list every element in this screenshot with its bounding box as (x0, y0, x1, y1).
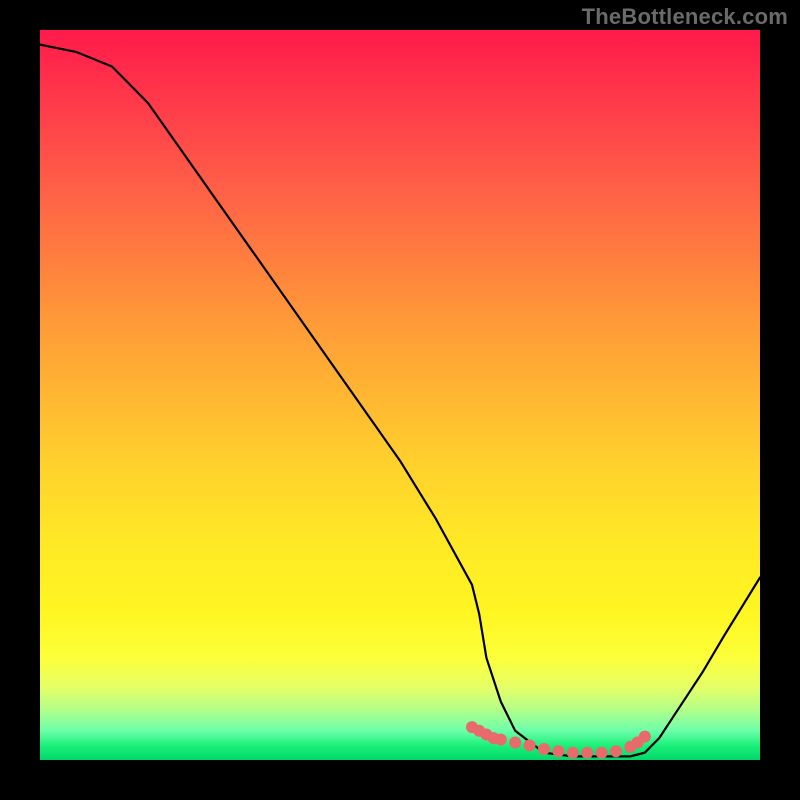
watermark-text: TheBottleneck.com (582, 4, 788, 30)
marker-dot (596, 747, 608, 759)
marker-dot (509, 736, 521, 748)
marker-dot (538, 743, 550, 755)
marker-dot (567, 747, 579, 759)
marker-dot (639, 731, 651, 743)
bottleneck-curve (40, 45, 760, 757)
marker-dot (610, 745, 622, 757)
marker-dot (552, 745, 564, 757)
chart-svg (40, 30, 760, 760)
marker-dot (581, 747, 593, 759)
marker-dot (524, 739, 536, 751)
recommended-markers (466, 721, 651, 759)
plot-area (40, 30, 760, 760)
marker-dot (495, 734, 507, 746)
bottleneck-chart: TheBottleneck.com (0, 0, 800, 800)
